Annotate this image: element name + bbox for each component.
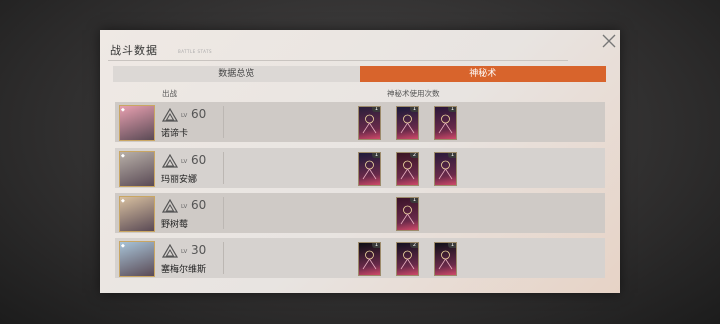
usage-count-badge: 1	[410, 198, 418, 203]
arcane-skill-card[interactable]: 1	[358, 106, 381, 140]
rarity-icon: ◆	[121, 243, 125, 249]
character-name: 塞梅尔维斯	[161, 265, 207, 275]
avatar: ◆	[119, 105, 155, 141]
arcane-skill-card[interactable]: 1	[396, 197, 419, 231]
insight-emblem-icon	[162, 244, 178, 258]
level-value: 60	[191, 107, 207, 121]
arcane-skill-card[interactable]: 1	[434, 242, 457, 276]
character-row: ◆ LV 60 诺谛卡 1 1 1	[115, 102, 605, 142]
character-name: 野树莓	[161, 220, 189, 230]
arcane-skill-card[interactable]: 2	[396, 242, 419, 276]
character-name: 玛丽安娜	[161, 175, 198, 185]
avatar: ◆	[119, 151, 155, 187]
deployed-column-header: 出战	[162, 89, 177, 98]
level-prefix: LV	[181, 113, 188, 119]
usage-count-badge: 2	[410, 153, 418, 158]
level-prefix: LV	[181, 249, 188, 255]
tab-arcane[interactable]: 神秘术	[359, 66, 606, 82]
character-name: 诺谛卡	[161, 129, 189, 139]
usage-count-badge: 1	[448, 153, 456, 158]
title-divider	[108, 60, 568, 61]
usage-count-badge: 2	[410, 243, 418, 248]
row-divider	[223, 152, 224, 184]
rarity-icon: ◆	[121, 153, 125, 159]
character-row: ◆ LV 60 玛丽安娜 1 2 1	[115, 148, 605, 188]
arcane-skill-card[interactable]: 1	[358, 152, 381, 186]
tab-bar: 数据总览 神秘术	[113, 66, 606, 82]
character-row: ◆ LV 30 塞梅尔维斯 1 2 1	[115, 238, 605, 278]
arcane-skill-card[interactable]: 1	[434, 152, 457, 186]
close-icon[interactable]	[600, 32, 618, 50]
tab-overview[interactable]: 数据总览	[113, 66, 360, 82]
row-divider	[223, 242, 224, 274]
insight-emblem-icon	[162, 108, 178, 122]
avatar: ◆	[119, 241, 155, 277]
usage-column-header: 神秘术使用次数	[387, 89, 440, 98]
level-value: 60	[191, 198, 207, 212]
rarity-icon: ◆	[121, 107, 125, 113]
level-prefix: LV	[181, 204, 188, 210]
usage-count-badge: 1	[372, 107, 380, 112]
arcane-skill-card[interactable]: 1	[358, 242, 381, 276]
row-divider	[223, 197, 224, 229]
usage-count-badge: 1	[410, 107, 418, 112]
panel-title: 战斗数据	[110, 44, 158, 57]
usage-count-badge: 1	[372, 153, 380, 158]
avatar: ◆	[119, 196, 155, 232]
insight-emblem-icon	[162, 199, 178, 213]
arcane-skill-card[interactable]: 1	[434, 106, 457, 140]
arcane-skill-card[interactable]: 1	[396, 106, 419, 140]
level-prefix: LV	[181, 159, 188, 165]
panel-subtitle: BATTLE STATS	[178, 49, 213, 54]
rarity-icon: ◆	[121, 198, 125, 204]
battle-stats-panel: 战斗数据 BATTLE STATS 数据总览 神秘术 出战 神秘术使用次数 ◆ …	[100, 30, 620, 293]
character-row: ◆ LV 60 野树莓 1	[115, 193, 605, 233]
level-value: 60	[191, 153, 207, 167]
arcane-skill-card[interactable]: 2	[396, 152, 419, 186]
usage-count-badge: 1	[372, 243, 380, 248]
usage-count-badge: 1	[448, 107, 456, 112]
level-value: 30	[191, 243, 207, 257]
row-divider	[223, 106, 224, 138]
usage-count-badge: 1	[448, 243, 456, 248]
insight-emblem-icon	[162, 154, 178, 168]
